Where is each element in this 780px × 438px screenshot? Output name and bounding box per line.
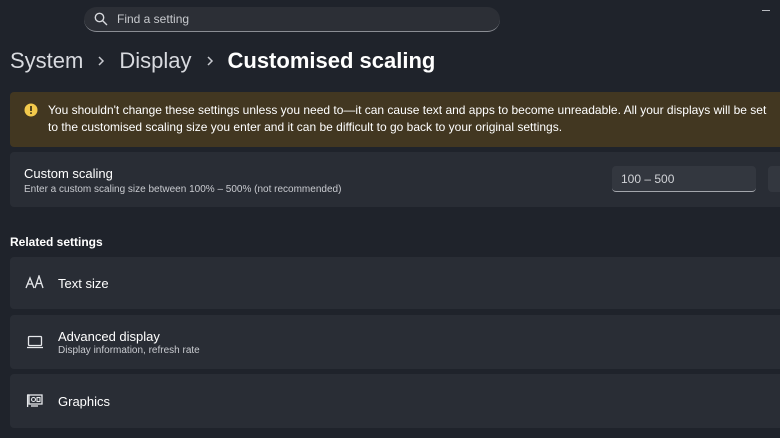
custom-scaling-description: Enter a custom scaling size between 100%… — [24, 184, 342, 195]
chevron-right-icon — [198, 44, 222, 78]
page-title: Customised scaling — [227, 48, 436, 73]
related-item-label: Text size — [58, 276, 109, 291]
custom-scaling-card: Custom scaling Enter a custom scaling si… — [10, 152, 780, 207]
related-settings-heading: Related settings — [10, 235, 103, 249]
related-item-graphics[interactable]: Graphics — [10, 374, 780, 428]
breadcrumb: System Display Customised scaling — [10, 44, 435, 78]
graphics-card-icon — [24, 390, 46, 412]
custom-scaling-input[interactable]: 100 – 500 — [612, 166, 756, 192]
breadcrumb-system[interactable]: System — [10, 48, 83, 74]
apply-button[interactable] — [768, 166, 780, 192]
custom-scaling-title: Custom scaling — [24, 166, 113, 181]
related-item-label: Graphics — [58, 394, 111, 409]
related-item-sublabel: Display information, refresh rate — [58, 345, 200, 356]
monitor-icon — [24, 331, 46, 353]
related-item-text-size[interactable]: Text size — [10, 257, 780, 309]
warning-icon — [24, 103, 38, 117]
breadcrumb-display[interactable]: Display — [119, 48, 191, 74]
chevron-right-icon — [89, 44, 113, 78]
text-size-icon — [24, 272, 46, 294]
search-input[interactable]: Find a setting — [117, 12, 189, 26]
warning-banner: You shouldn't change these settings unle… — [10, 92, 780, 147]
search-box[interactable]: Find a setting — [84, 7, 500, 32]
search-icon — [94, 12, 108, 26]
related-item-advanced-display[interactable]: Advanced display Display information, re… — [10, 315, 780, 369]
warning-text: You shouldn't change these settings unle… — [48, 103, 767, 134]
related-item-label: Advanced display — [58, 329, 160, 344]
minimize-icon[interactable] — [760, 4, 772, 16]
